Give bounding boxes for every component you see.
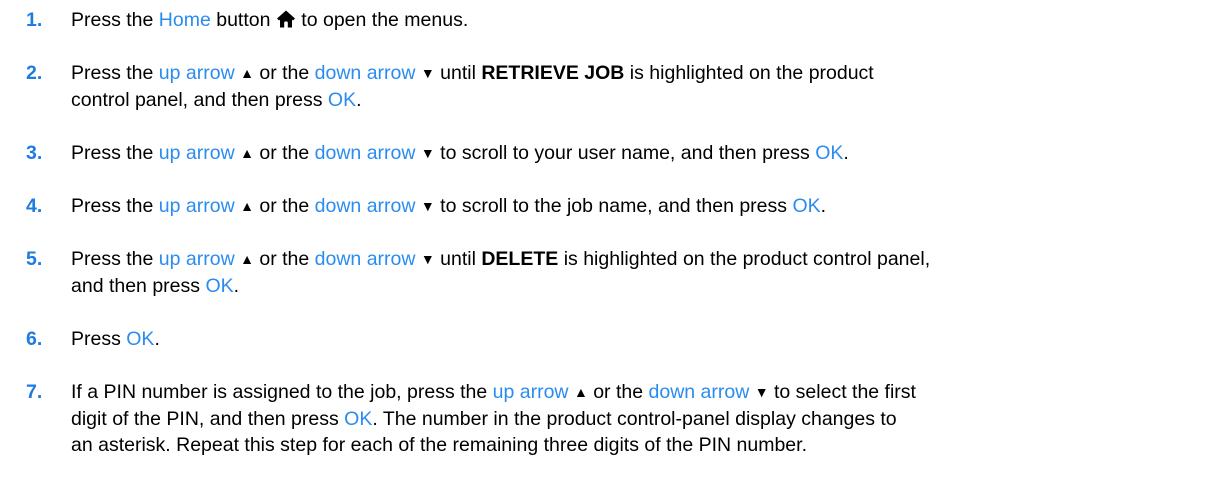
text-run: until xyxy=(434,62,482,84)
step-number: 2. xyxy=(26,62,43,84)
step-text: Press the up arrow ▲ or the down arrow ▼… xyxy=(71,193,1211,220)
text-run: Press the xyxy=(71,142,159,164)
text-run: Press the xyxy=(71,248,159,270)
text-run: to open the menus. xyxy=(295,9,469,31)
home-icon xyxy=(276,10,295,28)
down-arrow-link[interactable]: down arrow xyxy=(649,381,750,403)
step-number: 1. xyxy=(26,9,43,31)
text-run: If a PIN number is assigned to the job, … xyxy=(71,381,493,403)
text-run: is highlighted on the product xyxy=(624,62,874,84)
up-arrow-link[interactable]: up arrow xyxy=(159,248,235,270)
text-run: Press xyxy=(71,328,127,350)
text-run: . The number in the product control-pane… xyxy=(372,408,897,430)
down-arrow-icon: ▼ xyxy=(420,251,435,267)
up-arrow-link[interactable]: up arrow xyxy=(159,142,235,164)
procedure-steps: 1. Press the Home button to open the men… xyxy=(0,0,1225,502)
up-arrow-icon: ▲ xyxy=(240,65,254,81)
step-text: If a PIN number is assigned to the job, … xyxy=(71,379,1211,458)
down-arrow-link[interactable]: down arrow xyxy=(315,62,416,84)
step-number: 6. xyxy=(26,328,43,350)
text-run: to scroll to your user name, and then pr… xyxy=(434,142,816,164)
up-arrow-link[interactable]: up arrow xyxy=(159,62,235,84)
ok-link[interactable]: OK xyxy=(328,89,356,111)
down-arrow-link[interactable]: down arrow xyxy=(315,195,416,217)
text-run: . xyxy=(843,142,849,164)
up-arrow-link[interactable]: up arrow xyxy=(493,381,569,403)
step-text: Press the up arrow ▲ or the down arrow ▼… xyxy=(71,140,1211,167)
up-arrow-link[interactable]: up arrow xyxy=(159,195,235,217)
text-run: . xyxy=(356,89,362,111)
text-run: Press the xyxy=(71,195,159,217)
up-arrow-icon: ▲ xyxy=(240,145,254,161)
down-arrow-icon: ▼ xyxy=(420,65,435,81)
step-text: Press the up arrow ▲ or the down arrow ▼… xyxy=(71,246,1211,299)
up-arrow-icon: ▲ xyxy=(240,251,254,267)
down-arrow-icon: ▼ xyxy=(754,384,769,400)
ok-link[interactable]: OK xyxy=(792,195,820,217)
down-arrow-link[interactable]: down arrow xyxy=(315,248,416,270)
text-run: or the xyxy=(253,248,315,270)
text-run: . xyxy=(820,195,827,217)
text-run: to scroll to the job name, and then pres… xyxy=(434,195,793,217)
home-link[interactable]: Home xyxy=(159,9,211,31)
step-number: 5. xyxy=(26,248,43,270)
text-run: or the xyxy=(587,381,649,403)
menu-item-name: RETRIEVE JOB xyxy=(481,62,625,84)
step-number: 4. xyxy=(26,195,43,217)
ok-link[interactable]: OK xyxy=(344,408,372,430)
text-run: Press the xyxy=(71,9,159,31)
ok-link[interactable]: OK xyxy=(205,275,233,297)
step-text: Press the up arrow ▲ or the down arrow ▼… xyxy=(71,60,1211,113)
text-run: Press the xyxy=(71,62,159,84)
text-run: to select the first xyxy=(768,381,916,403)
step-number: 3. xyxy=(26,142,43,164)
down-arrow-link[interactable]: down arrow xyxy=(315,142,416,164)
up-arrow-icon: ▲ xyxy=(573,384,588,400)
text-run: an asterisk. Repeat this step for each o… xyxy=(71,434,807,456)
text-run: digit of the PIN, and then press xyxy=(71,408,345,430)
text-run: control panel, and then press xyxy=(71,89,328,111)
text-run: and then press xyxy=(71,275,206,297)
step-text: Press the Home button to open the menus. xyxy=(71,7,1211,33)
step-number: 7. xyxy=(26,381,43,403)
step-text: Press OK. xyxy=(71,326,1211,352)
text-run: until xyxy=(434,248,482,270)
text-run: button xyxy=(210,9,276,31)
menu-item-name: DELETE xyxy=(481,248,559,270)
text-run: or the xyxy=(253,142,315,164)
text-run: is highlighted on the product control pa… xyxy=(558,248,931,270)
text-run: or the xyxy=(253,195,315,217)
ok-link[interactable]: OK xyxy=(815,142,843,164)
text-run: or the xyxy=(253,62,315,84)
up-arrow-icon: ▲ xyxy=(240,198,254,214)
down-arrow-icon: ▼ xyxy=(420,198,435,214)
down-arrow-icon: ▼ xyxy=(420,145,435,161)
text-run: . xyxy=(154,328,160,350)
text-run: . xyxy=(233,275,240,297)
ok-link[interactable]: OK xyxy=(126,328,154,350)
